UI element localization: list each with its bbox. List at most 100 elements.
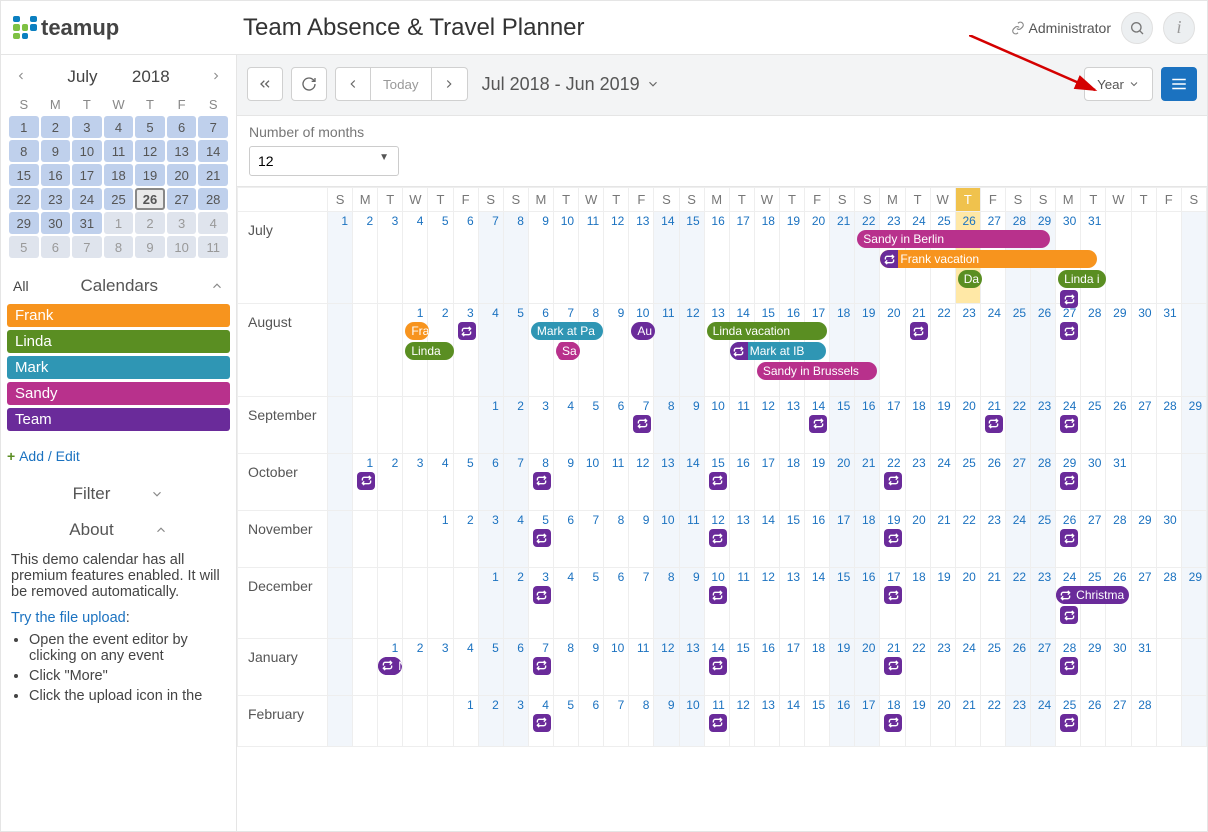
day-cell[interactable]: 10 (553, 212, 578, 304)
day-cell[interactable]: 24 (1056, 396, 1081, 453)
day-cell[interactable]: 1 (428, 511, 453, 568)
day-cell[interactable]: 8 (604, 511, 629, 568)
day-cell[interactable]: 12 (629, 453, 654, 510)
event[interactable]: Sa (556, 342, 580, 360)
repeat-icon[interactable] (357, 472, 375, 490)
day-cell[interactable]: 22 (930, 304, 955, 396)
day-cell[interactable]: 3 (503, 695, 528, 746)
day-cell[interactable]: 5 (579, 568, 604, 638)
day-cell[interactable]: 30 (1081, 453, 1106, 510)
day-cell[interactable]: 7 (478, 212, 503, 304)
day-cell[interactable]: 23 (905, 453, 930, 510)
day-cell[interactable]: 23 (1031, 568, 1056, 638)
day-cell[interactable]: 30 (1131, 304, 1156, 396)
day-cell[interactable]: 11 (629, 638, 654, 695)
day-cell[interactable]: 8 (579, 304, 604, 396)
calendar-linda[interactable]: Linda (7, 330, 230, 353)
day-cell[interactable]: 14 (654, 212, 679, 304)
mini-cal-day[interactable]: 10 (167, 236, 197, 258)
day-cell[interactable]: 4 (403, 212, 428, 304)
day-cell[interactable]: 26 (1031, 304, 1056, 396)
today-button[interactable]: Today (371, 67, 432, 101)
day-cell[interactable] (1156, 212, 1181, 304)
day-cell[interactable]: 19 (905, 695, 930, 746)
day-cell[interactable]: 12 (729, 695, 754, 746)
filter-header[interactable]: Filter (1, 476, 236, 512)
day-cell[interactable]: 19 (779, 212, 804, 304)
day-cell[interactable]: 9 (654, 695, 679, 746)
day-cell[interactable]: 5 (553, 695, 578, 746)
day-cell[interactable]: 18 (754, 212, 779, 304)
mini-cal-day[interactable]: 4 (198, 212, 228, 234)
day-cell[interactable]: 22 (980, 695, 1005, 746)
day-cell[interactable]: 3 (403, 453, 428, 510)
day-cell[interactable] (428, 568, 453, 638)
day-cell[interactable]: 5 (453, 453, 478, 510)
day-cell[interactable] (1181, 304, 1206, 396)
day-cell[interactable]: 15 (805, 695, 830, 746)
day-cell[interactable]: 27 (1056, 304, 1081, 396)
day-cell[interactable]: 15 (679, 212, 704, 304)
day-cell[interactable]: 1 (328, 212, 353, 304)
day-cell[interactable] (328, 638, 353, 695)
day-cell[interactable]: 1FraLinda (403, 304, 428, 396)
repeat-icon[interactable] (1060, 472, 1078, 490)
day-cell[interactable] (1181, 453, 1206, 510)
day-cell[interactable]: 9 (604, 304, 629, 396)
day-cell[interactable]: 17 (729, 212, 754, 304)
day-cell[interactable]: 24 (955, 638, 980, 695)
repeat-icon[interactable] (709, 586, 727, 604)
day-cell[interactable]: 11 (604, 453, 629, 510)
day-cell[interactable] (1131, 212, 1156, 304)
event[interactable]: Sandy in Berlin (857, 230, 1050, 248)
mini-cal-day[interactable]: 7 (72, 236, 102, 258)
day-cell[interactable]: 29 (1131, 511, 1156, 568)
refresh-button[interactable] (291, 67, 327, 101)
day-cell[interactable] (378, 695, 403, 746)
day-cell[interactable]: 23Frank vacation (880, 212, 905, 304)
day-cell[interactable] (328, 453, 353, 510)
day-cell[interactable]: 22 (1005, 568, 1030, 638)
day-cell[interactable]: 27 (1081, 511, 1106, 568)
day-cell[interactable]: 26 (1081, 695, 1106, 746)
day-cell[interactable]: 26 (1106, 396, 1131, 453)
day-cell[interactable]: 6 (604, 568, 629, 638)
day-cell[interactable] (1106, 212, 1131, 304)
event[interactable]: Mark at Pa (531, 322, 603, 340)
day-cell[interactable]: 8 (553, 638, 578, 695)
day-cell[interactable]: 14 (805, 396, 830, 453)
repeat-icon[interactable] (633, 415, 651, 433)
day-cell[interactable]: 13 (779, 396, 804, 453)
day-cell[interactable] (403, 396, 428, 453)
day-cell[interactable]: 22Sandy in Berlin (855, 212, 880, 304)
repeat-icon[interactable] (709, 657, 727, 675)
day-cell[interactable]: 10 (679, 695, 704, 746)
mini-cal-day[interactable]: 2 (41, 116, 71, 138)
day-cell[interactable]: 16 (855, 396, 880, 453)
calendars-header[interactable]: All Calendars (1, 268, 236, 304)
day-cell[interactable]: 13 (629, 212, 654, 304)
day-cell[interactable]: 26 (1056, 511, 1081, 568)
day-cell[interactable]: 10Au (629, 304, 654, 396)
add-edit-link[interactable]: Add / Edit (1, 442, 236, 476)
day-cell[interactable]: 28 (1156, 568, 1181, 638)
day-cell[interactable]: 16 (830, 695, 855, 746)
prev-range-button[interactable] (247, 67, 283, 101)
mini-cal-day[interactable]: 11 (198, 236, 228, 258)
day-cell[interactable]: 27 (1131, 396, 1156, 453)
day-cell[interactable]: 28 (1031, 453, 1056, 510)
mini-cal-day[interactable]: 8 (104, 236, 134, 258)
repeat-icon[interactable] (1060, 606, 1078, 624)
view-selector[interactable]: Year (1084, 67, 1153, 101)
day-cell[interactable]: 6 (604, 396, 629, 453)
day-cell[interactable]: 8 (629, 695, 654, 746)
event[interactable]: Linda vacation (707, 322, 828, 340)
day-cell[interactable]: 20 (955, 396, 980, 453)
calendars-all[interactable]: All (13, 278, 29, 294)
mini-cal-day[interactable]: 29 (9, 212, 39, 234)
mini-cal-day[interactable]: 9 (41, 140, 71, 162)
mini-cal-month[interactable]: July (67, 67, 97, 87)
day-cell[interactable]: 6 (553, 511, 578, 568)
repeat-icon[interactable] (1060, 415, 1078, 433)
day-cell[interactable] (428, 695, 453, 746)
